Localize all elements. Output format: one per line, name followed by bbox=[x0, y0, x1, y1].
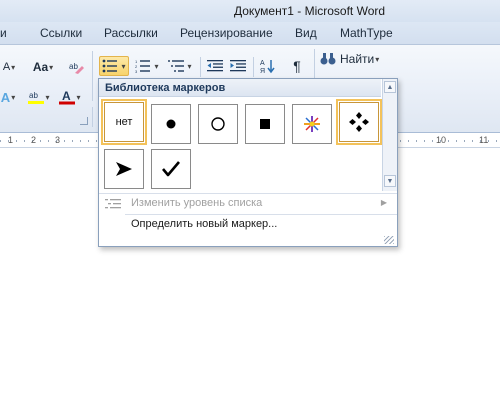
bullet-arrowhead-option[interactable] bbox=[104, 149, 144, 189]
tab-partial-left[interactable]: и bbox=[0, 26, 7, 40]
change-case-button[interactable]: Aa ▾ bbox=[28, 57, 58, 77]
multilevel-list-icon bbox=[168, 60, 185, 72]
tab-review[interactable]: Рецензирование bbox=[180, 26, 273, 40]
multilevel-list-button[interactable]: ▾ bbox=[166, 56, 194, 76]
list-level-icon bbox=[105, 199, 121, 209]
chevron-down-icon: ▾ bbox=[121, 61, 126, 71]
svg-text:Я: Я bbox=[260, 68, 265, 74]
checkmark-icon bbox=[162, 161, 180, 177]
decrease-indent-icon bbox=[207, 60, 223, 72]
svg-text:A: A bbox=[62, 89, 71, 103]
decrease-indent-button[interactable] bbox=[205, 56, 225, 76]
sort-button[interactable]: A Я bbox=[258, 56, 278, 76]
shrink-font-button[interactable]: A ▾ bbox=[0, 57, 18, 77]
bullet-diamonds-option[interactable] bbox=[336, 99, 382, 145]
binoculars-icon bbox=[320, 53, 336, 65]
sort-az-icon: A Я bbox=[260, 60, 275, 74]
bullet-filled-square-option[interactable] bbox=[245, 104, 285, 144]
ribbon-tab-strip: и Ссылки Рассылки Рецензирование Вид Mat… bbox=[0, 22, 500, 45]
tab-mathtype[interactable]: MathType bbox=[340, 26, 393, 40]
filled-circle-icon bbox=[166, 119, 176, 129]
scroll-up-icon[interactable]: ▲ bbox=[384, 81, 396, 93]
filled-square-icon bbox=[260, 119, 270, 129]
tab-mailings[interactable]: Рассылки bbox=[104, 26, 158, 40]
bullet-star-option[interactable] bbox=[292, 104, 332, 144]
increase-indent-button[interactable] bbox=[228, 56, 248, 76]
bullet-library-dropdown: Библиотека маркеров ▲ ▼ нет Изменить уро… bbox=[98, 78, 398, 247]
window-title: Документ1 - Microsoft Word bbox=[234, 4, 386, 18]
title-bar: Документ1 - Microsoft Word bbox=[0, 0, 500, 22]
increase-indent-icon bbox=[230, 60, 246, 72]
bullet-checkmark-option[interactable] bbox=[151, 149, 191, 189]
find-button[interactable]: Найти ▾ bbox=[320, 49, 380, 69]
four-diamonds-icon bbox=[349, 112, 369, 132]
highlight-button[interactable]: ab ▾ bbox=[26, 87, 52, 107]
tab-view[interactable]: Вид bbox=[295, 26, 317, 40]
bullet-none-option[interactable]: нет bbox=[101, 99, 147, 145]
scroll-down-icon[interactable]: ▼ bbox=[384, 175, 396, 187]
pilcrow-icon: ¶ bbox=[293, 58, 301, 74]
clear-formatting-icon[interactable]: ab bbox=[66, 57, 86, 77]
text-effects-button[interactable]: A ▾ bbox=[0, 87, 16, 107]
arrowhead-icon bbox=[116, 162, 132, 176]
numbered-list-icon: 1 2 3 bbox=[135, 59, 151, 73]
define-new-bullet-item[interactable]: Определить новый маркер... bbox=[99, 215, 397, 235]
svg-text:ab: ab bbox=[29, 91, 38, 100]
svg-text:3: 3 bbox=[135, 69, 138, 73]
dialog-launcher-icon[interactable] bbox=[80, 117, 88, 125]
resize-grip-icon[interactable] bbox=[384, 236, 394, 244]
submenu-arrow-icon: ▶ bbox=[380, 198, 387, 207]
gallery-scrollbar[interactable]: ▲ ▼ bbox=[382, 79, 397, 191]
colorful-star-icon bbox=[304, 116, 320, 132]
highlighter-icon: ab bbox=[28, 91, 45, 104]
svg-text:A: A bbox=[260, 60, 265, 67]
show-formatting-button[interactable]: ¶ bbox=[287, 56, 307, 76]
bullet-list-icon bbox=[103, 59, 118, 73]
bullets-button[interactable]: ▾ bbox=[99, 56, 129, 76]
tab-references[interactable]: Ссылки bbox=[40, 26, 82, 40]
bullet-filled-circle-option[interactable] bbox=[151, 104, 191, 144]
font-color-button[interactable]: A ▾ bbox=[58, 87, 82, 107]
bullet-library-header: Библиотека маркеров bbox=[99, 79, 381, 97]
font-color-icon: A bbox=[59, 89, 76, 105]
numbering-button[interactable]: 1 2 3 ▾ bbox=[133, 56, 161, 76]
hollow-circle-icon bbox=[211, 117, 225, 131]
svg-text:ab: ab bbox=[69, 62, 78, 71]
change-list-level-item[interactable]: Изменить уровень списка ▶ bbox=[99, 194, 397, 214]
bullet-hollow-circle-option[interactable] bbox=[198, 104, 238, 144]
